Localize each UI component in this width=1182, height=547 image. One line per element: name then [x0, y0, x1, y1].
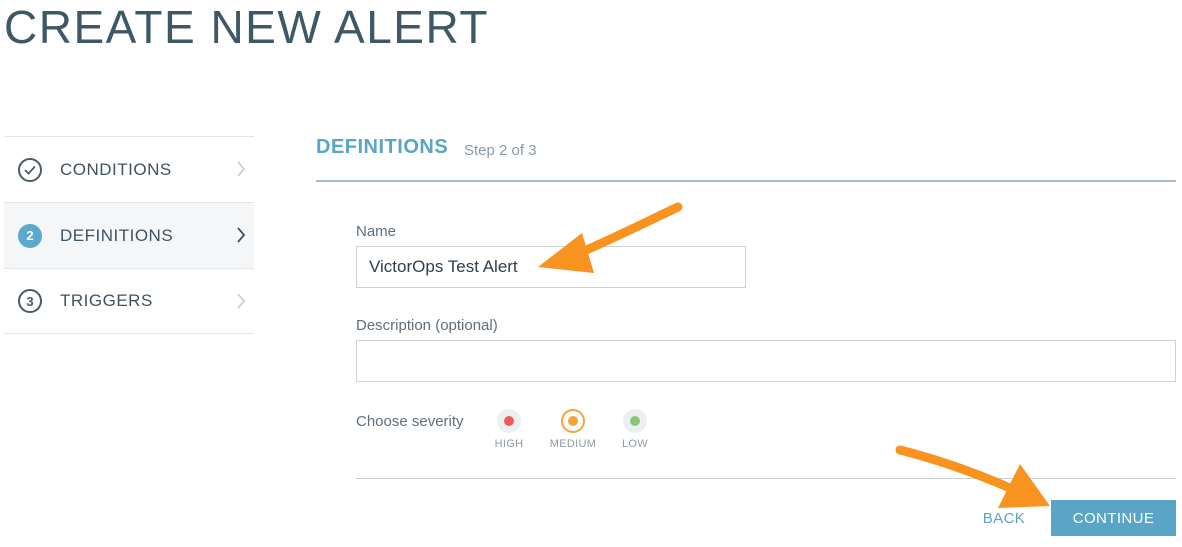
chevron-right-icon [237, 161, 246, 177]
back-button[interactable]: BACK [972, 500, 1036, 536]
step-label: TRIGGERS [60, 291, 153, 310]
description-label: Description (optional) [356, 317, 498, 334]
form-divider [356, 478, 1176, 479]
chevron-right-icon [237, 227, 246, 243]
severity-option-label: MEDIUM [549, 438, 597, 450]
step-triggers[interactable]: 3 TRIGGERS [4, 268, 254, 334]
severity-low[interactable]: LOW [605, 409, 665, 450]
severity-option-label: HIGH [494, 438, 524, 450]
step-label: CONDITIONS [60, 159, 172, 179]
step-label: DEFINITIONS [60, 225, 174, 245]
severity-radio[interactable] [497, 409, 521, 433]
severity-medium[interactable]: MEDIUM [543, 409, 603, 450]
medium-dot-icon [568, 416, 578, 426]
step-definitions[interactable]: 2 DEFINITIONS [4, 202, 254, 268]
step-number-icon: 3 [18, 289, 42, 313]
high-dot-icon [504, 416, 514, 426]
low-dot-icon [630, 416, 640, 426]
name-label: Name [356, 223, 397, 240]
section-title: DEFINITIONS [316, 136, 449, 158]
page-title: CREATE NEW ALERT [4, 1, 489, 53]
section-header: DEFINITIONS Step 2 of 3 [316, 132, 1176, 182]
step-number-icon: 2 [18, 223, 42, 248]
severity-option-label: LOW [622, 438, 648, 450]
chevron-right-icon [237, 293, 246, 309]
continue-button[interactable]: CONTINUE [1051, 500, 1176, 536]
step-indicator: Step 2 of 3 [464, 142, 537, 159]
severity-radio[interactable] [561, 409, 585, 433]
severity-radio[interactable] [623, 409, 647, 433]
severity-high[interactable]: HIGH [479, 409, 539, 450]
step-conditions[interactable]: CONDITIONS [4, 136, 254, 202]
severity-label: Choose severity [356, 413, 464, 430]
wizard-steps: CONDITIONS 2 DEFINITIONS 3 TRIGGERS [4, 136, 254, 334]
checkmark-icon [18, 157, 42, 182]
name-input[interactable] [356, 246, 746, 288]
description-input[interactable] [356, 340, 1176, 382]
